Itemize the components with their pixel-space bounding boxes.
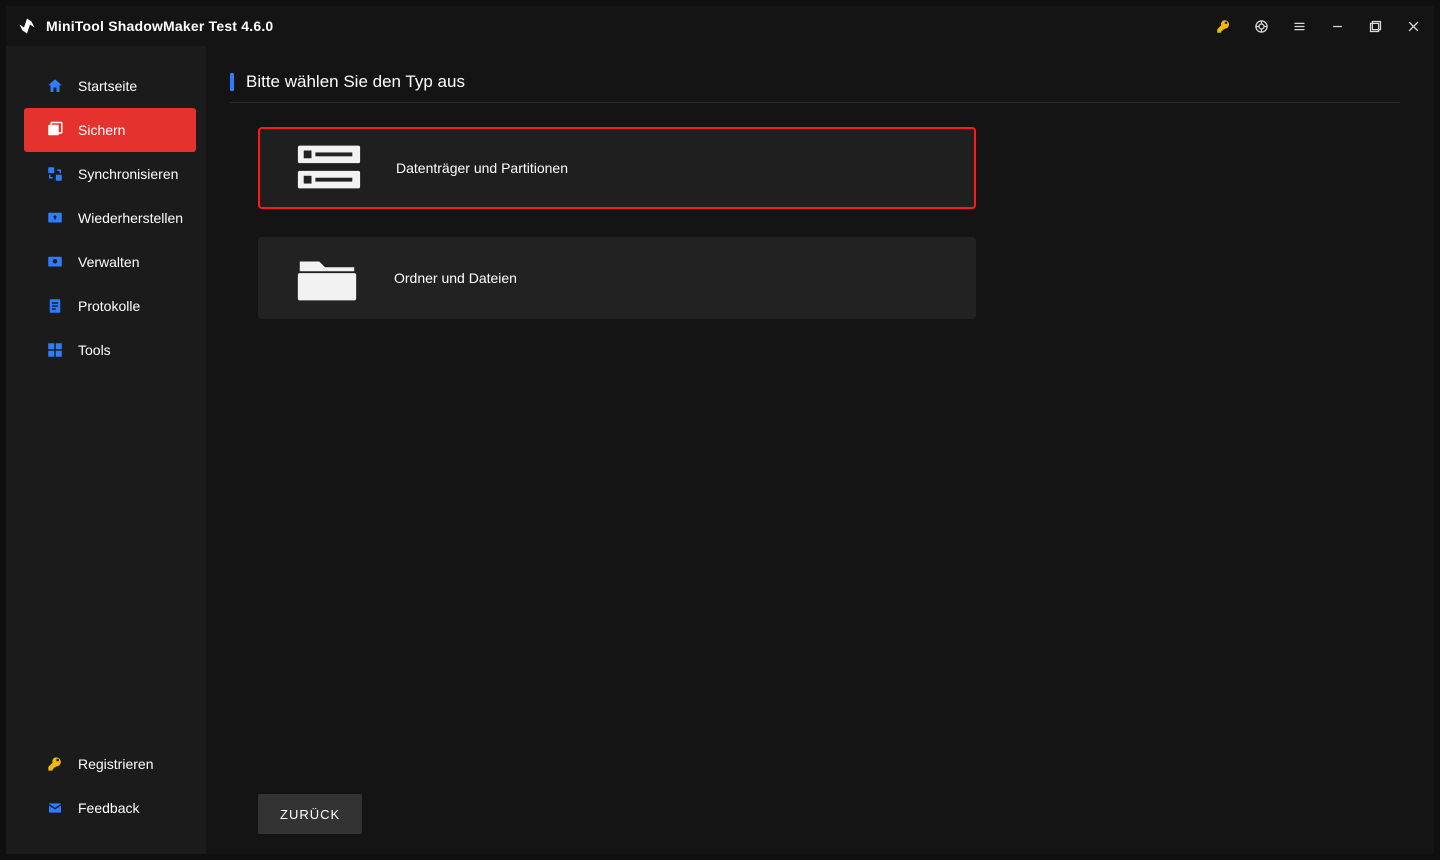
sidebar-footer: Registrieren Feedback bbox=[6, 742, 206, 854]
minimize-icon[interactable] bbox=[1328, 17, 1346, 35]
close-icon[interactable] bbox=[1404, 17, 1422, 35]
buoy-icon[interactable] bbox=[1252, 17, 1270, 35]
sidebar-item-label: Sichern bbox=[78, 122, 125, 138]
type-options: Datenträger und Partitionen Ordner und D… bbox=[230, 103, 1400, 347]
sidebar: Startseite Sichern Synchronisieren bbox=[6, 46, 206, 854]
folder-icon bbox=[292, 249, 362, 307]
sidebar-item-sichern[interactable]: Sichern bbox=[24, 108, 196, 152]
titlebar-left: MiniTool ShadowMaker Test 4.6.0 bbox=[18, 17, 273, 35]
mail-icon bbox=[46, 799, 64, 817]
option-label: Datenträger und Partitionen bbox=[396, 160, 568, 176]
sidebar-item-tools[interactable]: Tools bbox=[24, 328, 196, 372]
sidebar-register[interactable]: Registrieren bbox=[6, 742, 206, 786]
logs-icon bbox=[46, 297, 64, 315]
sidebar-item-label: Synchronisieren bbox=[78, 166, 178, 182]
sidebar-feedback[interactable]: Feedback bbox=[6, 786, 206, 830]
app-title: MiniTool ShadowMaker Test 4.6.0 bbox=[46, 18, 273, 34]
manage-icon bbox=[46, 253, 64, 271]
main-heading: Bitte wählen Sie den Typ aus bbox=[230, 72, 1400, 103]
sidebar-item-wiederherstellen[interactable]: Wiederherstellen bbox=[24, 196, 196, 240]
key-icon bbox=[46, 755, 64, 773]
sidebar-item-label: Protokolle bbox=[78, 298, 140, 314]
restore-icon bbox=[46, 209, 64, 227]
titlebar: MiniTool ShadowMaker Test 4.6.0 bbox=[6, 6, 1434, 46]
disk-icon bbox=[294, 139, 364, 197]
app-logo-icon bbox=[18, 17, 36, 35]
sidebar-item-protokolle[interactable]: Protokolle bbox=[24, 284, 196, 328]
heading-accent bbox=[230, 73, 234, 91]
menu-icon[interactable] bbox=[1290, 17, 1308, 35]
sidebar-item-synchronisieren[interactable]: Synchronisieren bbox=[24, 152, 196, 196]
sidebar-item-startseite[interactable]: Startseite bbox=[24, 64, 196, 108]
option-folders-files[interactable]: Ordner und Dateien bbox=[258, 237, 976, 319]
home-icon bbox=[46, 77, 64, 95]
sidebar-item-label: Startseite bbox=[78, 78, 137, 94]
sidebar-register-label: Registrieren bbox=[78, 756, 153, 772]
sidebar-item-label: Tools bbox=[78, 342, 111, 358]
option-label: Ordner und Dateien bbox=[394, 270, 517, 286]
sidebar-feedback-label: Feedback bbox=[78, 800, 139, 816]
backup-icon bbox=[46, 121, 64, 139]
sidebar-item-label: Wiederherstellen bbox=[78, 210, 183, 226]
back-button[interactable]: ZURÜCK bbox=[258, 794, 362, 834]
sync-icon bbox=[46, 165, 64, 183]
body: Startseite Sichern Synchronisieren bbox=[6, 46, 1434, 854]
sidebar-item-label: Verwalten bbox=[78, 254, 139, 270]
sidebar-nav: Startseite Sichern Synchronisieren bbox=[6, 64, 206, 372]
main-panel: Bitte wählen Sie den Typ aus bbox=[206, 46, 1434, 854]
titlebar-controls bbox=[1214, 17, 1422, 35]
tools-icon bbox=[46, 341, 64, 359]
app-window: MiniTool ShadowMaker Test 4.6.0 bbox=[6, 6, 1434, 854]
main-footer: ZURÜCK bbox=[230, 794, 1400, 834]
maximize-icon[interactable] bbox=[1366, 17, 1384, 35]
key-icon[interactable] bbox=[1214, 17, 1232, 35]
heading-text: Bitte wählen Sie den Typ aus bbox=[246, 72, 465, 92]
sidebar-item-verwalten[interactable]: Verwalten bbox=[24, 240, 196, 284]
option-disk-partitions[interactable]: Datenträger und Partitionen bbox=[258, 127, 976, 209]
